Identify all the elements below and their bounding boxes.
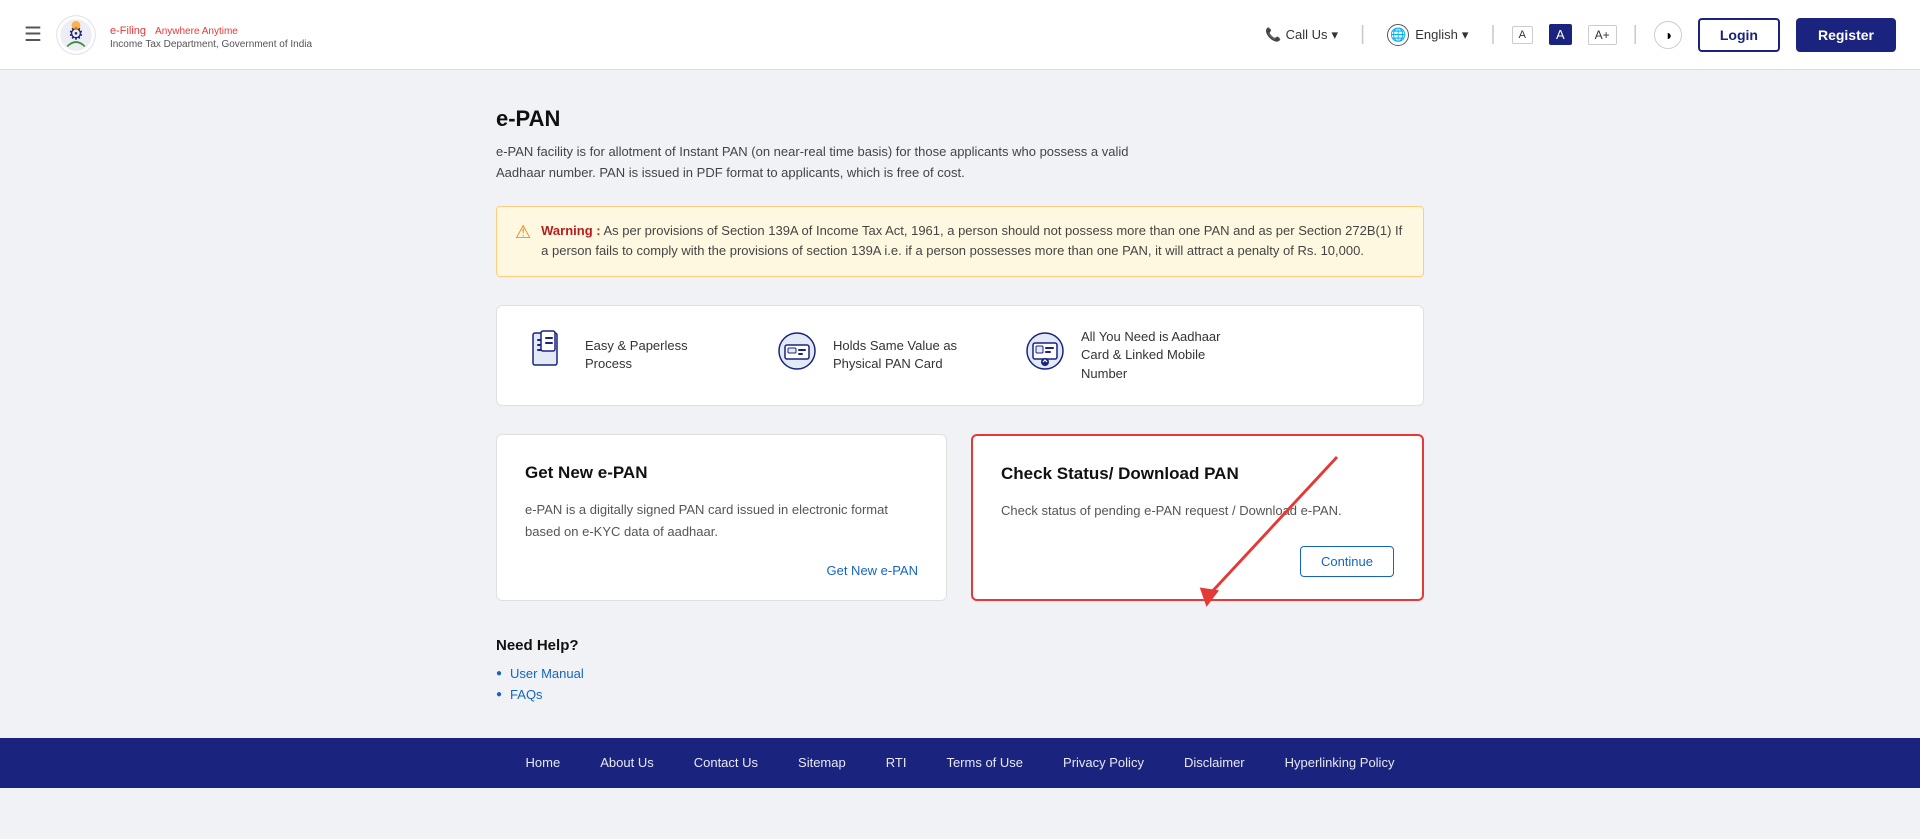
get-new-epan-link[interactable]: Get New e-PAN — [525, 563, 918, 578]
feature-item-2: Holds Same Value as Physical PAN Card — [775, 329, 973, 381]
bottom-nav-bar: Home About Us Contact Us Sitemap RTI Ter… — [0, 738, 1920, 788]
font-medium-button[interactable]: A — [1549, 24, 1572, 45]
aadhaar-icon — [1023, 329, 1067, 381]
contrast-button[interactable]: ◑ — [1654, 21, 1682, 49]
bottom-nav-contact[interactable]: Contact Us — [694, 755, 758, 770]
bottom-nav-sitemap[interactable]: Sitemap — [798, 755, 846, 770]
cards-container: Get New e-PAN e-PAN is a digitally signe… — [496, 434, 1424, 601]
hamburger-icon[interactable]: ☰ — [24, 22, 42, 47]
warning-text: Warning : As per provisions of Section 1… — [541, 221, 1405, 263]
font-small-button[interactable]: A — [1512, 26, 1533, 44]
phone-icon: 📞 — [1265, 27, 1281, 43]
warning-label: Warning : — [541, 223, 600, 238]
feature-item-3: All You Need is Aadhaar Card & Linked Mo… — [1023, 328, 1221, 383]
help-title: Need Help? — [496, 637, 1424, 654]
feature-label-3: All You Need is Aadhaar Card & Linked Mo… — [1081, 328, 1221, 383]
help-link-item-1: User Manual — [496, 666, 1424, 681]
feature-item-1: Easy & Paperless Process — [527, 329, 725, 381]
call-us-nav[interactable]: 📞 Call Us ▾ — [1259, 23, 1344, 47]
pan-card-icon — [775, 329, 819, 381]
bottom-nav-disclaimer[interactable]: Disclaimer — [1184, 755, 1245, 770]
logo-emblem: ⚙ — [54, 13, 98, 57]
card-title-1: Get New e-PAN — [525, 463, 918, 483]
features-strip: Easy & Paperless Process Holds Same Valu… — [496, 305, 1424, 406]
logo-subtitle: Income Tax Department, Government of Ind… — [110, 39, 312, 51]
bottom-nav-rti[interactable]: RTI — [886, 755, 907, 770]
separator-1: | — [1360, 23, 1365, 46]
page-title: e-PAN — [496, 106, 1424, 132]
bottom-nav-home[interactable]: Home — [526, 755, 561, 770]
faqs-link[interactable]: FAQs — [510, 687, 543, 702]
bottom-nav-privacy[interactable]: Privacy Policy — [1063, 755, 1144, 770]
bottom-nav-terms[interactable]: Terms of Use — [946, 755, 1023, 770]
card-title-2: Check Status/ Download PAN — [1001, 464, 1394, 484]
login-button[interactable]: Login — [1698, 18, 1780, 52]
paperless-icon — [527, 329, 571, 381]
help-link-item-2: FAQs — [496, 687, 1424, 702]
chevron-down-icon: ▾ — [1332, 27, 1339, 43]
feature-label-1: Easy & Paperless Process — [585, 337, 725, 373]
separator-2: | — [1490, 23, 1495, 46]
user-manual-link[interactable]: User Manual — [510, 666, 584, 681]
register-button[interactable]: Register — [1796, 18, 1896, 52]
page-description: e-PAN facility is for allotment of Insta… — [496, 142, 1156, 184]
globe-icon: 🌐 — [1387, 24, 1409, 46]
card-desc-2: Check status of pending e-PAN request / … — [1001, 500, 1394, 522]
continue-button[interactable]: Continue — [1300, 546, 1394, 577]
get-new-epan-card: Get New e-PAN e-PAN is a digitally signe… — [496, 434, 947, 601]
warning-box: ⚠ Warning : As per provisions of Section… — [496, 206, 1424, 278]
font-large-button[interactable]: A+ — [1588, 25, 1617, 45]
chevron-down-icon-2: ▾ — [1462, 27, 1469, 43]
feature-label-2: Holds Same Value as Physical PAN Card — [833, 337, 973, 373]
separator-3: | — [1633, 23, 1638, 46]
header-left: ☰ ⚙ e-Filing Anywhere Anytime Income Tax… — [24, 13, 312, 57]
logo-text: e-Filing Anywhere Anytime Income Tax Dep… — [110, 18, 312, 52]
bottom-nav-about[interactable]: About Us — [600, 755, 653, 770]
bottom-nav-hyperlinking[interactable]: Hyperlinking Policy — [1285, 755, 1395, 770]
header: ☰ ⚙ e-Filing Anywhere Anytime Income Tax… — [0, 0, 1920, 70]
header-right: 📞 Call Us ▾ | 🌐 English ▾ | A A A+ | ◑ L… — [1259, 18, 1896, 52]
logo-title: e-Filing Anywhere Anytime — [110, 18, 312, 40]
cards-row: Get New e-PAN e-PAN is a digitally signe… — [496, 434, 1424, 601]
warning-icon: ⚠ — [515, 222, 531, 243]
check-status-card: Check Status/ Download PAN Check status … — [971, 434, 1424, 601]
card-desc-1: e-PAN is a digitally signed PAN card iss… — [525, 499, 918, 543]
help-links: User Manual FAQs — [496, 666, 1424, 702]
language-nav[interactable]: 🌐 English ▾ — [1381, 20, 1474, 50]
main-content: e-PAN e-PAN facility is for allotment of… — [480, 106, 1440, 702]
help-section: Need Help? User Manual FAQs — [496, 637, 1424, 702]
card-action-2: Continue — [1001, 546, 1394, 577]
